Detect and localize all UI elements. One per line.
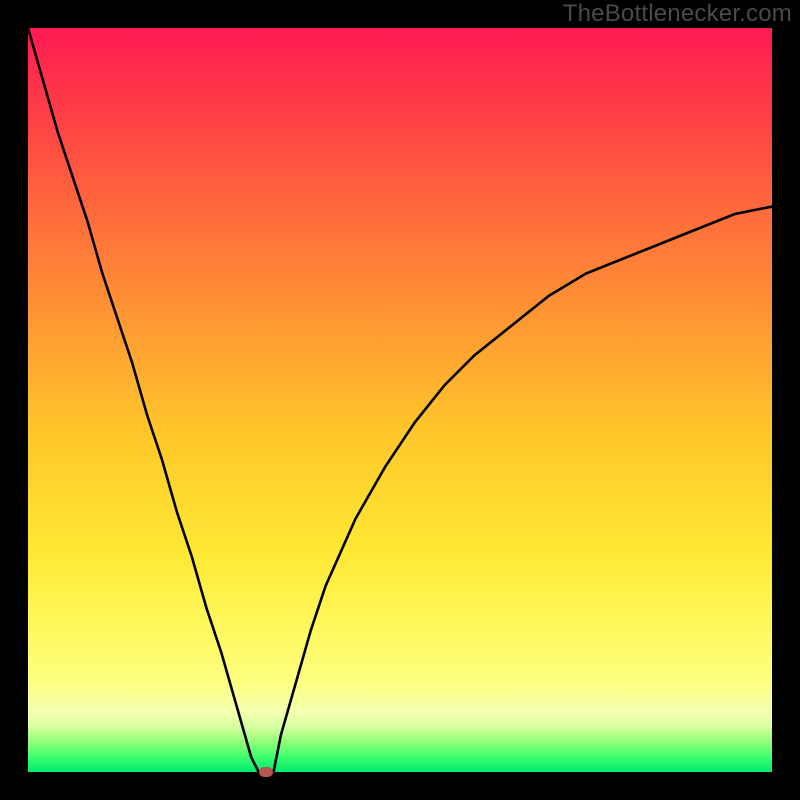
curve-layer <box>28 28 772 772</box>
bottleneck-curve <box>28 28 772 772</box>
chart-frame: TheBottlenecker.com <box>0 0 800 800</box>
watermark-text: TheBottlenecker.com <box>563 0 792 28</box>
plot-area <box>28 28 772 772</box>
minimum-marker <box>259 767 273 777</box>
